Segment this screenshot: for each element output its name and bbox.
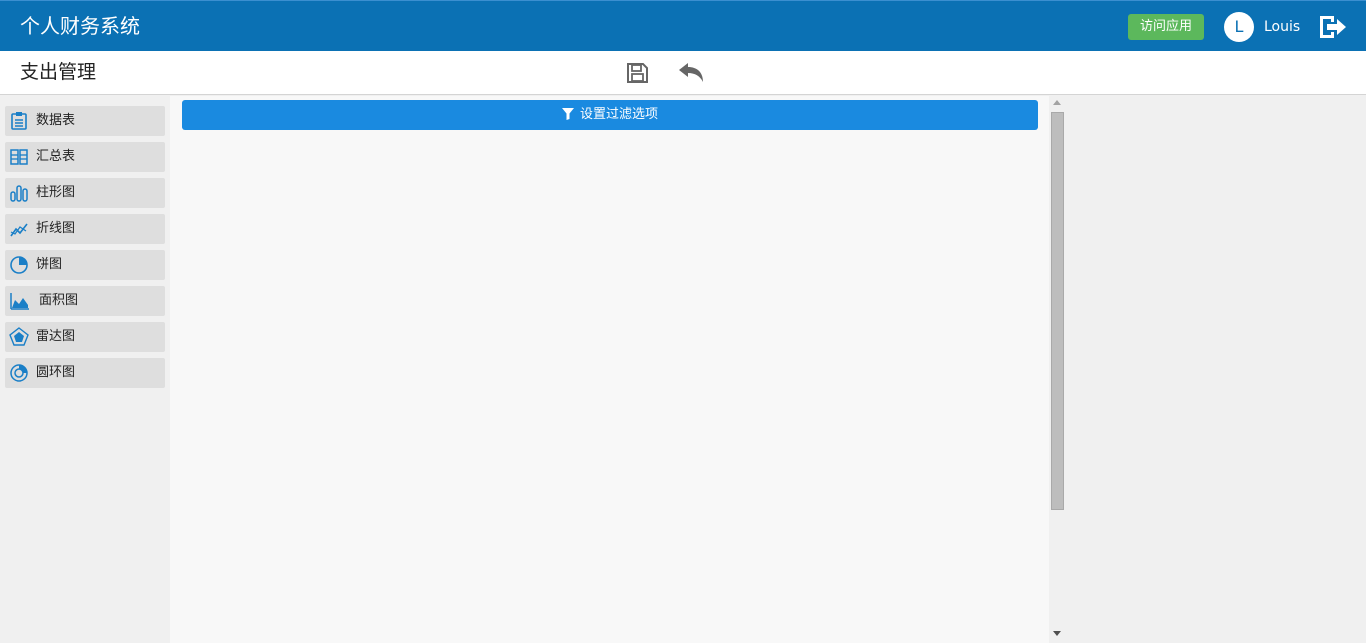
save-button[interactable]: [624, 60, 650, 86]
filter-button-label: 设置过滤选项: [579, 107, 658, 122]
right-blank-area: [1065, 96, 1366, 643]
avatar[interactable]: L: [1224, 12, 1254, 42]
undo-button[interactable]: [676, 60, 706, 86]
sidebar-item-radar-chart[interactable]: 雷达图: [5, 322, 165, 352]
scroll-up-arrow-icon[interactable]: [1053, 100, 1061, 105]
username[interactable]: Louis: [1264, 17, 1300, 37]
sidebar-item-line-chart[interactable]: 折线图: [5, 214, 165, 244]
top-navbar: 个人财务系统 访问应用 L Louis: [0, 0, 1366, 51]
line-chart-icon: [10, 223, 28, 237]
logout-button[interactable]: [1318, 13, 1348, 41]
sidebar-item-data-table[interactable]: 数据表: [5, 106, 165, 136]
app-title: 个人财务系统: [20, 14, 140, 38]
sidebar-item-label: 汇总表: [36, 149, 76, 164]
filter-icon: [561, 108, 574, 120]
scrollbar-thumb[interactable]: [1051, 112, 1064, 510]
sidebar-item-label: 圆环图: [36, 365, 76, 380]
sidebar-item-area-chart[interactable]: 面积图: [5, 286, 165, 316]
sidebar-item-label: 雷达图: [36, 329, 76, 344]
sidebar-item-donut-chart[interactable]: 圆环图: [5, 358, 165, 388]
page-title: 支出管理: [20, 61, 97, 83]
donut-chart-icon: [10, 364, 28, 382]
sidebar-item-bar-chart[interactable]: 柱形图: [5, 178, 165, 208]
set-filter-button[interactable]: 设置过滤选项: [182, 100, 1038, 130]
sidebar-item-label: 面积图: [39, 293, 79, 308]
save-icon: [627, 63, 648, 83]
radar-chart-icon: [9, 327, 29, 346]
data-table-icon: [11, 112, 27, 130]
pie-chart-icon: [10, 256, 28, 274]
summary-table-icon: [10, 149, 28, 165]
page-header: 支出管理: [0, 51, 1366, 95]
area-chart-icon: [10, 293, 29, 310]
sidebar-item-label: 折线图: [36, 221, 76, 236]
main-content: 设置过滤选项: [170, 96, 1049, 643]
undo-icon: [679, 63, 703, 82]
vertical-scrollbar[interactable]: [1049, 96, 1065, 643]
sidebar: 数据表 汇总表 柱形图 折线图 饼图 面积图 雷达图 圆环图: [0, 96, 170, 643]
sidebar-item-label: 饼图: [36, 257, 63, 272]
sidebar-item-summary-table[interactable]: 汇总表: [5, 142, 165, 172]
visit-app-button[interactable]: 访问应用: [1128, 14, 1204, 40]
scroll-down-arrow-icon[interactable]: [1053, 631, 1061, 636]
sidebar-item-label: 数据表: [36, 113, 76, 128]
sidebar-item-label: 柱形图: [36, 185, 76, 200]
bar-chart-icon: [10, 185, 28, 202]
logout-icon: [1320, 16, 1346, 38]
sidebar-item-pie-chart[interactable]: 饼图: [5, 250, 165, 280]
